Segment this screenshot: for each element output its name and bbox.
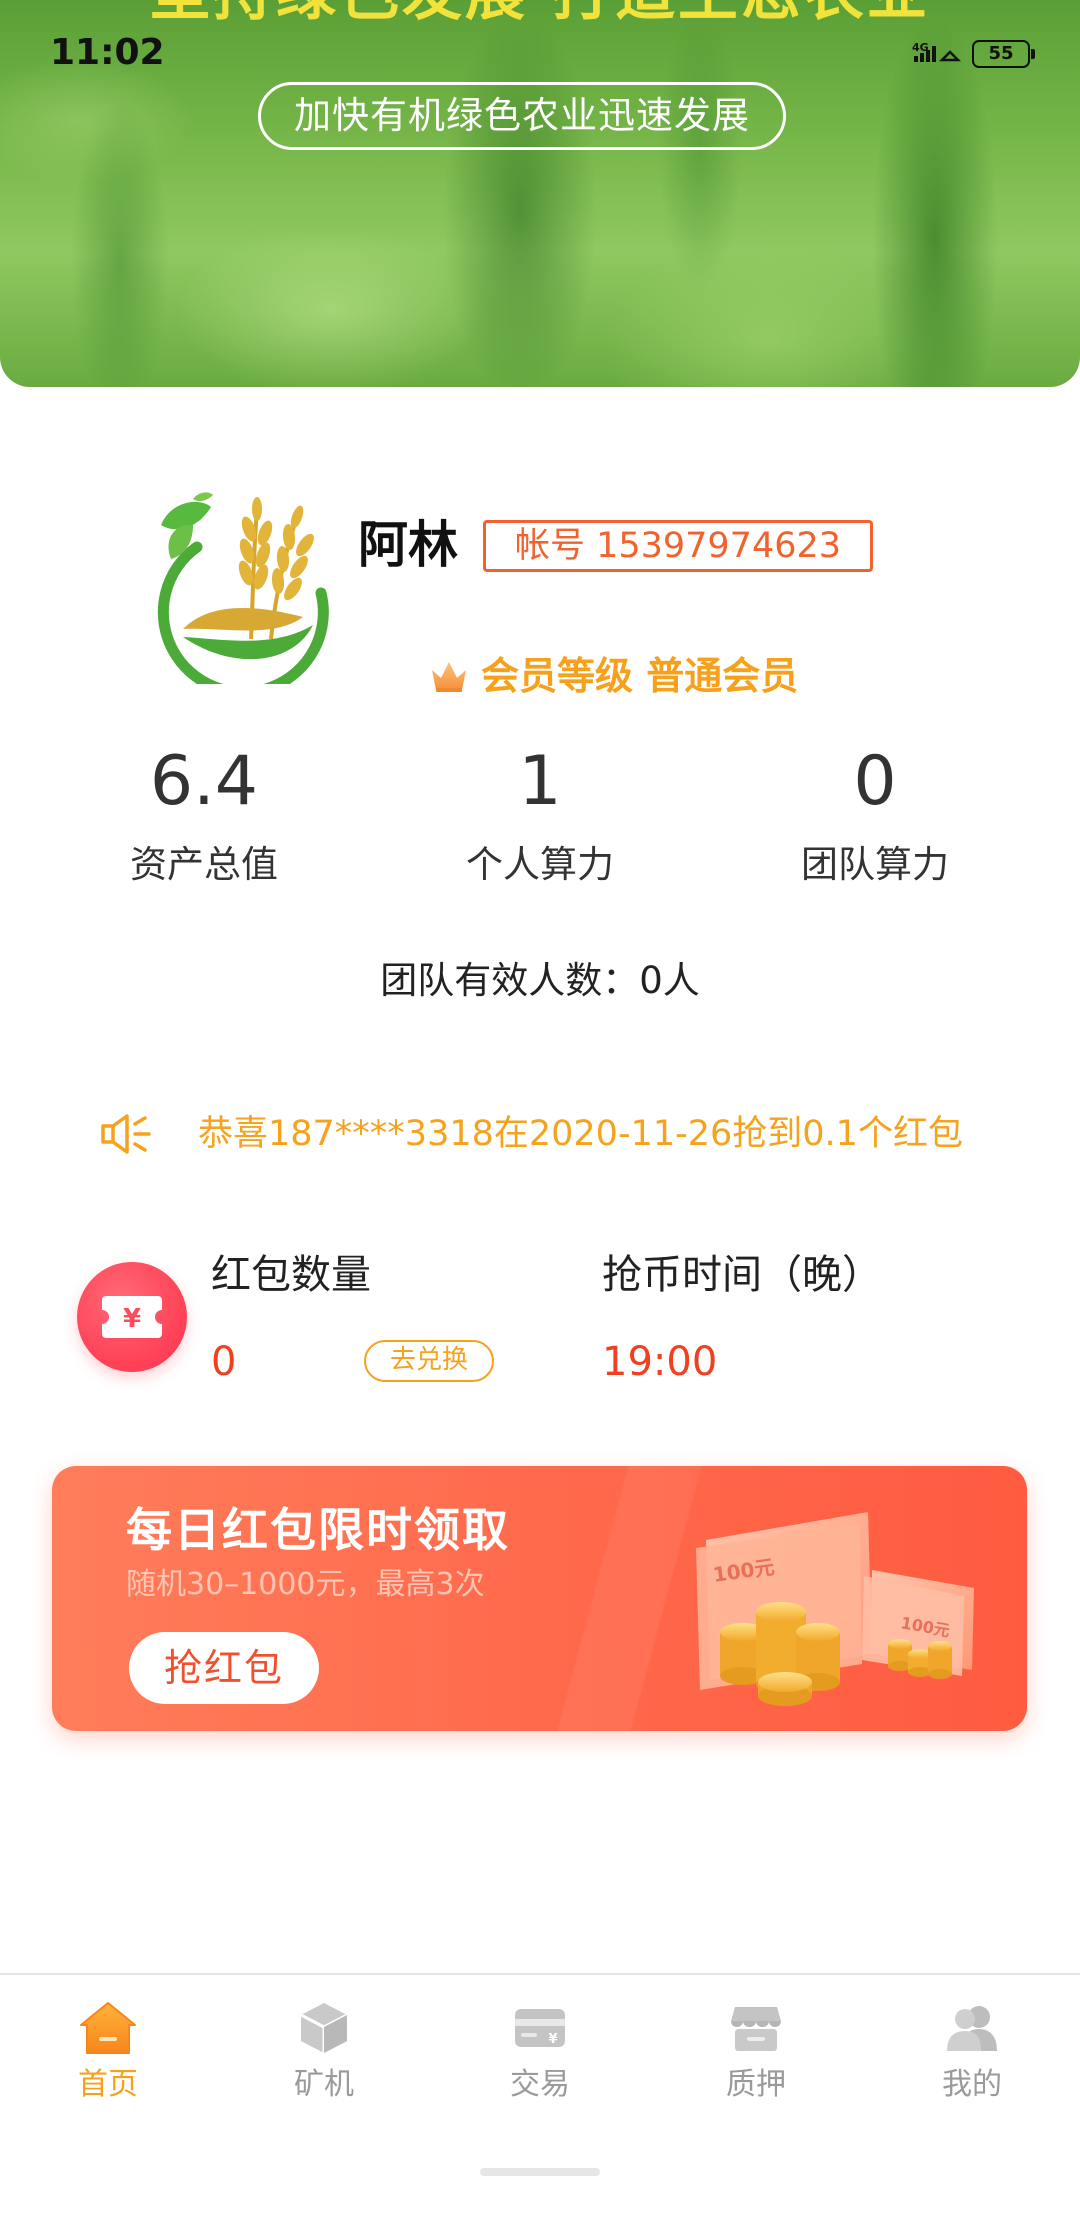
member-level-text: 会员等级 普通会员 — [481, 654, 799, 698]
tab-label: 交易 — [510, 2067, 570, 2102]
stat-personal-power[interactable]: 1 个人算力 — [390, 742, 690, 890]
tab-label: 矿机 — [294, 2067, 354, 2102]
stat-total-assets[interactable]: 6.4 资产总值 — [54, 742, 354, 890]
stat-label: 团队算力 — [801, 843, 949, 886]
exchange-button[interactable]: 去兑换 — [364, 1340, 494, 1382]
wheat-logo — [157, 492, 329, 684]
home-icon — [80, 2002, 136, 2054]
speaker-icon — [101, 1114, 151, 1154]
promo-title: 每日红包限时领取 — [126, 1503, 510, 1557]
user-name: 阿林 — [358, 516, 458, 574]
status-indicators: 4G 55 — [912, 38, 1035, 70]
daily-red-packet-card[interactable]: 每日红包限时领取 随机30–1000元，最高3次 抢红包 100元 100元 — [52, 1466, 1027, 1731]
stat-value: 0 — [853, 742, 897, 821]
notice-marquee: 恭喜187****3318在2020-11-26抢到0.1个红包 — [198, 1114, 963, 1154]
stat-label: 个人算力 — [466, 843, 614, 886]
tab-label: 质押 — [726, 2067, 786, 2102]
crown-icon — [432, 662, 466, 692]
stat-value: 6.4 — [149, 742, 259, 821]
account-badge[interactable]: 帐号 15397974623 — [483, 520, 873, 572]
user-icon — [947, 2006, 997, 2051]
stat-team-power[interactable]: 0 团队算力 — [725, 742, 1025, 890]
bottom-tab-bar: 首页 矿机 ¥ 交易 质押 我的 — [0, 1973, 1080, 2220]
tab-label: 首页 — [78, 2067, 138, 2102]
cube-icon — [300, 2003, 348, 2053]
ticket-icon: ¥ — [102, 1296, 162, 1338]
store-icon — [731, 2007, 781, 2051]
grab-time-label: 抢币时间（晚） — [602, 1252, 882, 1298]
red-packet-count-value: 0 — [211, 1339, 237, 1385]
tab-home[interactable]: 首页 — [0, 1975, 216, 2220]
battery-icon: 55 — [972, 40, 1035, 68]
yen-symbol: ¥ — [123, 1304, 141, 1334]
banner-title: 坚持绿色发展 打造生态农业 — [0, 0, 1080, 30]
stat-value: 1 — [518, 742, 562, 821]
member-level: 会员等级 普通会员 — [429, 652, 798, 700]
coins-illustration: 100元 100元 — [696, 1512, 974, 1706]
stat-label: 资产总值 — [130, 843, 278, 886]
red-packet-count-label: 红包数量 — [211, 1252, 371, 1298]
tab-miner[interactable]: 矿机 — [216, 1975, 432, 2220]
grab-red-packet-button[interactable]: 抢红包 — [129, 1632, 319, 1704]
svg-text:¥: ¥ — [548, 2032, 557, 2047]
team-effective-count: 团队有效人数：0人 — [380, 959, 700, 1002]
banner-slogan-pill: 加快有机绿色农业迅速发展 — [258, 82, 786, 150]
tab-mine[interactable]: 我的 — [864, 1975, 1080, 2220]
grab-time-value: 19:00 — [602, 1339, 718, 1385]
tab-label: 我的 — [942, 2067, 1002, 2102]
signal-icon: 4G — [912, 41, 962, 62]
tab-trade[interactable]: ¥ 交易 — [432, 1975, 648, 2220]
card-icon: ¥ — [515, 2009, 565, 2047]
tab-pledge[interactable]: 质押 — [648, 1975, 864, 2220]
status-time: 11:02 — [50, 32, 165, 73]
red-packet-icon: ¥ — [77, 1262, 187, 1372]
home-indicator[interactable] — [480, 2168, 600, 2176]
promo-subtitle: 随机30–1000元，最高3次 — [126, 1567, 485, 1602]
